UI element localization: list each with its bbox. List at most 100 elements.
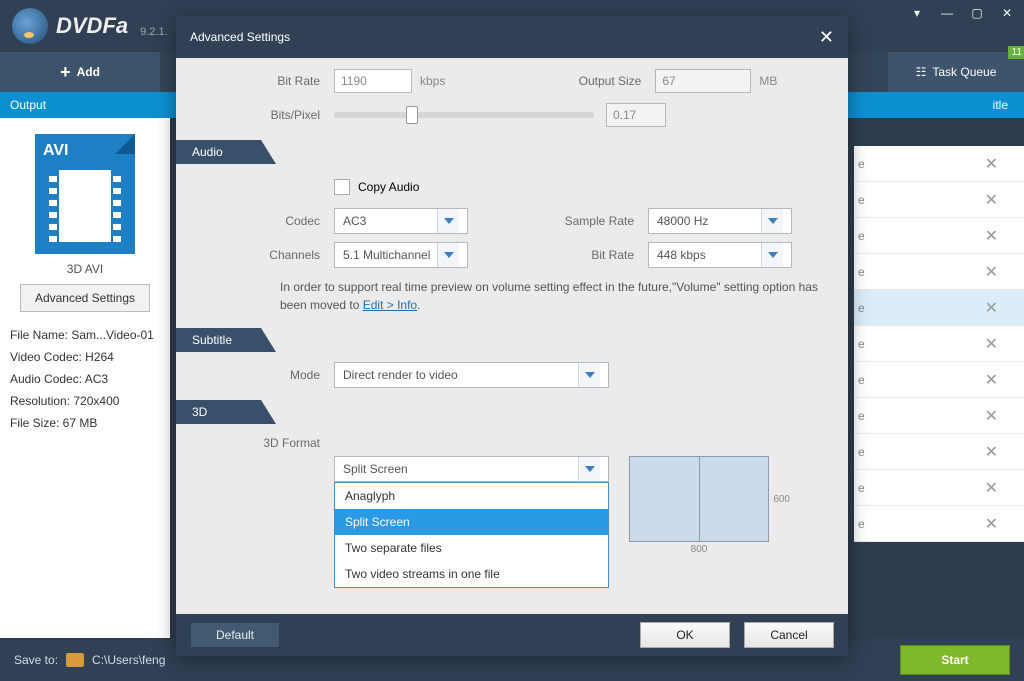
app-logo: DVDFa 9.2.1. <box>12 8 168 44</box>
output-header-label: Output <box>10 98 46 112</box>
filmstrip-icon <box>59 170 111 242</box>
meta-filesize: File Size: 67 MB <box>10 412 160 434</box>
close-window-button[interactable]: ✕ <box>998 6 1016 20</box>
start-button[interactable]: Start <box>900 645 1010 675</box>
task-queue-label: Task Queue <box>932 65 996 79</box>
save-to-label: Save to: <box>14 653 58 667</box>
codec-select[interactable]: AC3 <box>334 208 468 234</box>
section-audio: Audio <box>176 140 276 164</box>
close-icon[interactable]: ✕ <box>985 406 998 426</box>
dropdown-option[interactable]: Anaglyph <box>335 483 608 509</box>
chevron-down-icon <box>578 363 600 387</box>
outputsize-unit: MB <box>759 74 777 88</box>
bitspixel-slider[interactable] <box>334 112 594 118</box>
list-item[interactable]: e✕ <box>854 506 1024 542</box>
audio-note: In order to support real time preview on… <box>176 272 848 320</box>
chevron-down-icon <box>437 243 459 267</box>
disc-icon <box>12 8 48 44</box>
list-item[interactable]: e✕ <box>854 182 1024 218</box>
ok-button[interactable]: OK <box>640 622 730 648</box>
list-item[interactable]: e✕ <box>854 218 1024 254</box>
list-item[interactable]: e✕ <box>854 434 1024 470</box>
close-icon[interactable]: ✕ <box>985 478 998 498</box>
copy-audio-label: Copy Audio <box>358 180 419 194</box>
list-item[interactable]: e✕ <box>854 470 1024 506</box>
meta-filename: File Name: Sam...Video-01 <box>10 324 160 346</box>
close-icon[interactable]: ✕ <box>985 298 998 318</box>
samplerate-select[interactable]: 48000 Hz <box>648 208 792 234</box>
close-icon[interactable]: ✕ <box>985 334 998 354</box>
bitspixel-value[interactable] <box>606 103 666 127</box>
chevron-down-icon <box>761 243 783 267</box>
cancel-button[interactable]: Cancel <box>744 622 834 648</box>
chevron-down-icon <box>761 209 783 233</box>
meta-vcodec: Video Codec: H264 <box>10 346 160 368</box>
edit-info-link[interactable]: Edit > Info <box>363 298 417 312</box>
3d-format-select[interactable]: Split Screen <box>334 456 609 482</box>
plus-icon: + <box>60 62 71 83</box>
bitrate-input[interactable] <box>334 69 412 93</box>
chevron-down-icon <box>437 209 459 233</box>
add-label: Add <box>77 65 100 79</box>
list-item[interactable]: e✕ <box>854 254 1024 290</box>
close-icon[interactable]: ✕ <box>985 370 998 390</box>
close-icon[interactable]: ✕ <box>985 442 998 462</box>
list-item[interactable]: e✕ <box>854 146 1024 182</box>
dialog-footer: Default OK Cancel <box>176 614 848 656</box>
samplerate-label: Sample Rate <box>468 214 648 228</box>
task-queue-badge: 11 <box>1008 46 1024 59</box>
copy-audio-checkbox[interactable] <box>334 179 350 195</box>
close-icon[interactable]: ✕ <box>985 514 998 534</box>
app-version: 9.2.1. <box>140 26 168 38</box>
close-icon[interactable]: ✕ <box>985 154 998 174</box>
preview-height: 600 <box>773 457 790 541</box>
profile-file-icon[interactable]: AVI <box>35 134 135 254</box>
advanced-settings-button[interactable]: Advanced Settings <box>20 284 150 312</box>
task-list: e✕ e✕ e✕ e✕ e✕ e✕ e✕ e✕ e✕ e✕ e✕ <box>854 146 1024 542</box>
meta-resolution: Resolution: 720x400 <box>10 390 160 412</box>
minimize-button[interactable]: — <box>938 6 956 20</box>
bitspixel-label: Bits/Pixel <box>176 108 334 122</box>
audio-bitrate-select[interactable]: 448 kbps <box>648 242 792 268</box>
close-icon[interactable]: ✕ <box>985 226 998 246</box>
close-icon[interactable]: ✕ <box>985 262 998 282</box>
dialog-close-button[interactable]: ✕ <box>819 27 834 48</box>
close-icon[interactable]: ✕ <box>985 190 998 210</box>
dropdown-option[interactable]: Two separate files <box>335 535 608 561</box>
channels-select[interactable]: 5.1 Multichannel <box>334 242 468 268</box>
dropdown-option-selected[interactable]: Split Screen <box>335 509 608 535</box>
chevron-down-icon <box>578 457 600 481</box>
list-icon: ☷ <box>916 65 927 79</box>
audio-bitrate-label: Bit Rate <box>468 248 648 262</box>
section-subtitle: Subtitle <box>176 328 276 352</box>
outputsize-input[interactable] <box>655 69 751 93</box>
preview-width: 800 <box>630 544 768 555</box>
dialog-body: Bit Rate kbps Output Size MB Bits/Pixel … <box>176 58 848 614</box>
dialog-title: Advanced Settings <box>190 30 290 44</box>
advanced-settings-dialog: Advanced Settings ✕ Bit Rate kbps Output… <box>176 16 848 656</box>
3d-format-dropdown[interactable]: Anaglyph Split Screen Two separate files… <box>334 482 609 588</box>
list-item[interactable]: e✕ <box>854 326 1024 362</box>
dropdown-option[interactable]: Two video streams in one file <box>335 561 608 587</box>
meta-acodec: Audio Codec: AC3 <box>10 368 160 390</box>
list-item[interactable]: e✕ <box>854 362 1024 398</box>
profile-name: 3D AVI <box>10 262 160 276</box>
bitrate-unit: kbps <box>420 74 445 88</box>
save-path[interactable]: C:\Users\feng <box>92 653 165 667</box>
maximize-button[interactable]: ▢ <box>968 6 986 20</box>
app-name: DVDFa <box>56 13 128 39</box>
default-button[interactable]: Default <box>190 622 280 648</box>
list-item[interactable]: e✕ <box>854 398 1024 434</box>
section-3d: 3D <box>176 400 276 424</box>
menu-caret-icon[interactable]: ▾ <box>908 6 926 20</box>
subtitle-mode-select[interactable]: Direct render to video <box>334 362 609 388</box>
profile-meta: File Name: Sam...Video-01 Video Codec: H… <box>10 324 160 434</box>
3d-preview: 800 600 <box>629 456 769 542</box>
profile-badge: AVI <box>43 142 68 160</box>
add-button[interactable]: + Add <box>0 52 160 92</box>
list-item[interactable]: e✕ <box>854 290 1024 326</box>
codec-label: Codec <box>176 214 334 228</box>
channels-label: Channels <box>176 248 334 262</box>
task-queue-button[interactable]: ☷ Task Queue 11 <box>888 52 1024 92</box>
folder-icon[interactable] <box>66 653 84 667</box>
